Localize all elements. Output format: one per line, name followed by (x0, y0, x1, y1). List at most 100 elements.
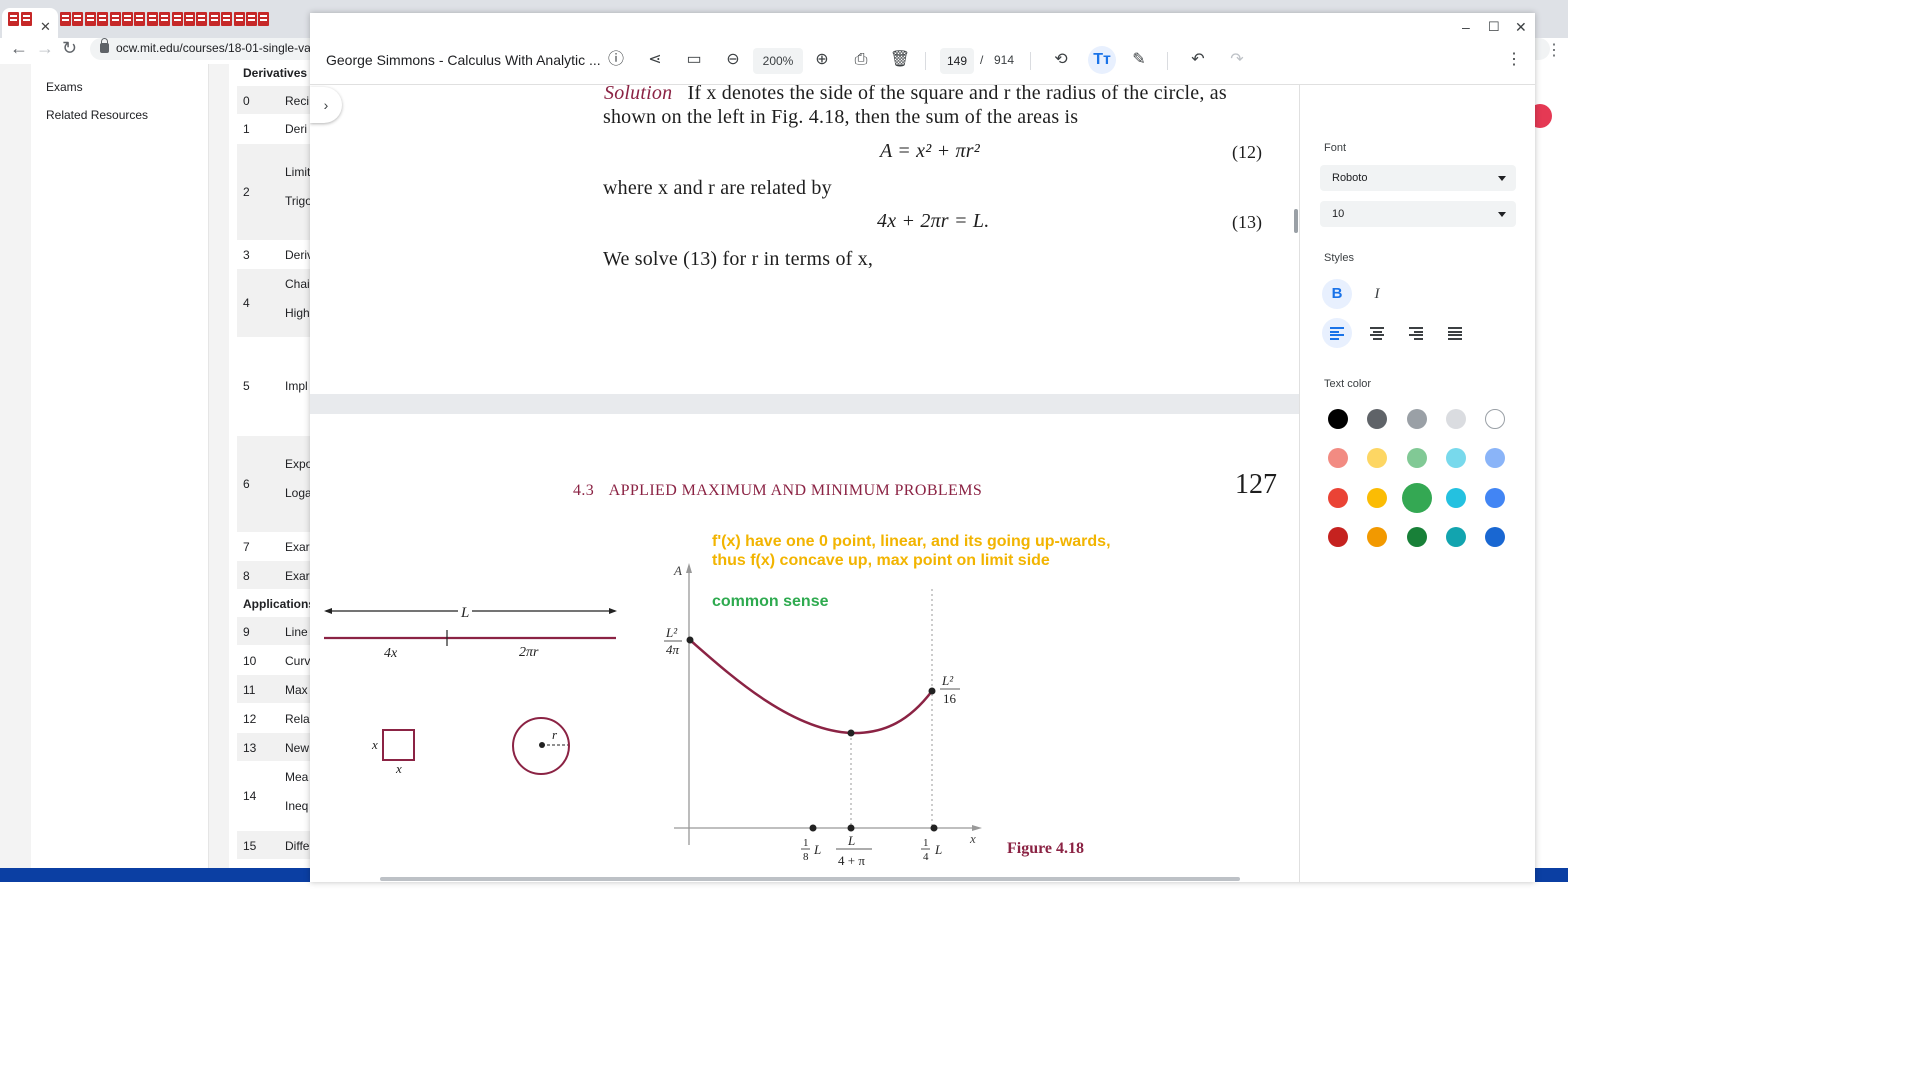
color-swatch[interactable] (1367, 487, 1388, 508)
rotate-icon[interactable]: ⟲ (1049, 48, 1073, 72)
pinned-tab-favicon-icon[interactable] (196, 12, 208, 26)
pinned-tab-favicon-icon[interactable] (171, 12, 183, 26)
text-tool-icon[interactable]: Tт (1088, 46, 1116, 74)
delete-icon[interactable]: 🗑 (888, 48, 912, 72)
pinned-tab-favicon-icon[interactable] (122, 12, 133, 26)
table-row[interactable]: 7 Exar (237, 532, 317, 560)
row-title[interactable]: Impl (285, 379, 308, 393)
url-text[interactable]: ocw.mit.edu/courses/18-01-single-var (116, 41, 315, 55)
table-row[interactable]: 9 Line (237, 617, 317, 645)
row-title[interactable]: Diffe (285, 839, 309, 853)
row-title[interactable]: Exar (285, 569, 310, 583)
sidebar-toggle-icon[interactable]: › (310, 87, 342, 123)
row-title[interactable]: New (285, 741, 309, 755)
pinned-tab-favicon-icon[interactable] (246, 12, 257, 26)
draw-icon[interactable]: ✎ (1127, 48, 1151, 72)
align-right-button[interactable] (1401, 318, 1431, 348)
color-swatch[interactable] (1328, 487, 1348, 508)
row-title[interactable]: Deri (285, 122, 307, 136)
row-title[interactable]: Ineq (285, 799, 308, 813)
pinned-tab-favicon-icon[interactable] (60, 12, 71, 26)
row-title[interactable]: Exar (285, 540, 310, 554)
undo-icon[interactable]: ↶ (1186, 48, 1210, 72)
close-icon[interactable]: ✕ (1515, 19, 1527, 36)
annotation-green[interactable]: common sense (712, 593, 828, 611)
pinned-tab-favicon-icon[interactable] (208, 12, 220, 26)
color-swatch[interactable] (1445, 409, 1466, 429)
color-swatch[interactable] (1445, 487, 1466, 508)
tab-close-icon[interactable]: ✕ (40, 19, 51, 35)
document-area[interactable]: › Solution If x denotes the side of the … (310, 85, 1299, 882)
color-swatch[interactable] (1406, 409, 1427, 429)
bold-button[interactable]: B (1322, 279, 1352, 309)
share-icon[interactable]: ⋖ (643, 48, 667, 72)
color-swatch[interactable] (1367, 409, 1388, 429)
browser-tab-active[interactable]: ✕ (2, 8, 58, 38)
table-row[interactable]: 11 Max (237, 675, 317, 703)
table-row[interactable]: 8 Exar (237, 561, 317, 589)
row-title[interactable]: Chai (285, 277, 310, 291)
redo-icon[interactable]: ↷ (1225, 48, 1249, 72)
italic-button[interactable]: I (1362, 279, 1392, 309)
pinned-tab-favicon-icon[interactable] (97, 12, 109, 26)
color-swatch[interactable] (1485, 409, 1506, 429)
table-row[interactable]: 4 Chai High (237, 269, 317, 337)
color-swatch[interactable] (1406, 448, 1427, 469)
table-row[interactable]: 15 Diffe (237, 831, 317, 859)
color-swatch[interactable] (1367, 448, 1388, 469)
color-swatch[interactable] (1485, 448, 1506, 469)
pinned-tab-favicon-icon[interactable] (258, 12, 270, 26)
nav-link-related-resources[interactable]: Related Resources (46, 108, 148, 122)
minimize-icon[interactable]: – (1462, 19, 1470, 35)
row-title[interactable]: Loga (285, 486, 312, 500)
pinned-tab-favicon-icon[interactable] (146, 12, 158, 26)
pinned-tab-favicon-icon[interactable] (109, 12, 121, 26)
font-family-select[interactable]: Roboto (1320, 165, 1516, 191)
color-swatch[interactable] (1485, 487, 1506, 508)
row-title[interactable]: High (285, 306, 310, 320)
row-title[interactable]: Trigo (285, 194, 312, 208)
zoom-in-icon[interactable]: ⊕ (810, 48, 834, 72)
annotation-yellow[interactable]: f'(x) have one 0 point, linear, and its … (712, 532, 1111, 570)
align-justify-button[interactable] (1440, 318, 1470, 348)
pinned-tab-favicon-icon[interactable] (72, 12, 84, 26)
zoom-out-icon[interactable]: ⊖ (721, 48, 745, 72)
more-icon[interactable]: ⋮ (1502, 48, 1526, 72)
nav-link-exams[interactable]: Exams (46, 80, 83, 94)
pinned-tab-favicon-icon[interactable] (233, 12, 245, 26)
pinned-tab-favicon-icon[interactable] (134, 12, 146, 26)
row-title[interactable]: Max (285, 683, 308, 697)
row-title[interactable]: Rela (285, 712, 310, 726)
fit-page-icon[interactable]: ▭ (682, 48, 706, 72)
pinned-tab-favicon-icon[interactable] (84, 12, 96, 26)
table-row[interactable]: 14 Mea Ineq (237, 762, 317, 830)
reload-icon[interactable]: ↻ (62, 38, 77, 58)
row-title[interactable]: Mea (285, 770, 308, 784)
pinned-tab-favicon-icon[interactable] (221, 12, 233, 26)
pinned-tab-favicon-icon[interactable] (159, 12, 171, 26)
row-title[interactable]: Line (285, 625, 308, 639)
table-row[interactable]: 0 Reci (237, 86, 317, 114)
browser-menu-icon[interactable]: ⋮ (1546, 40, 1562, 60)
maximize-icon[interactable]: ☐ (1488, 19, 1500, 35)
row-title[interactable]: Curv (285, 654, 310, 668)
row-title[interactable]: Limit (285, 165, 310, 179)
color-swatch[interactable] (1445, 526, 1466, 547)
horizontal-scroll-thumb[interactable] (380, 877, 1240, 881)
info-icon[interactable]: ⓘ (604, 48, 628, 72)
color-swatch[interactable] (1401, 482, 1432, 513)
page-number-input[interactable]: 149 (940, 48, 974, 74)
zoom-level[interactable]: 200% (753, 48, 803, 74)
table-row[interactable]: 2 Limit Trigo (237, 144, 317, 240)
table-row[interactable]: 3 Deriv (237, 240, 317, 268)
color-swatch[interactable] (1367, 526, 1388, 547)
table-row[interactable]: 1 Deri (237, 114, 317, 142)
color-swatch[interactable] (1485, 526, 1506, 547)
back-arrow-icon[interactable]: ← (10, 38, 28, 58)
forward-arrow-icon[interactable]: → (36, 38, 54, 58)
align-center-button[interactable] (1362, 318, 1392, 348)
color-swatch[interactable] (1406, 526, 1427, 547)
color-swatch[interactable] (1328, 526, 1348, 547)
color-swatch[interactable] (1328, 448, 1348, 469)
table-row[interactable]: 6 Expo Loga (237, 436, 317, 532)
